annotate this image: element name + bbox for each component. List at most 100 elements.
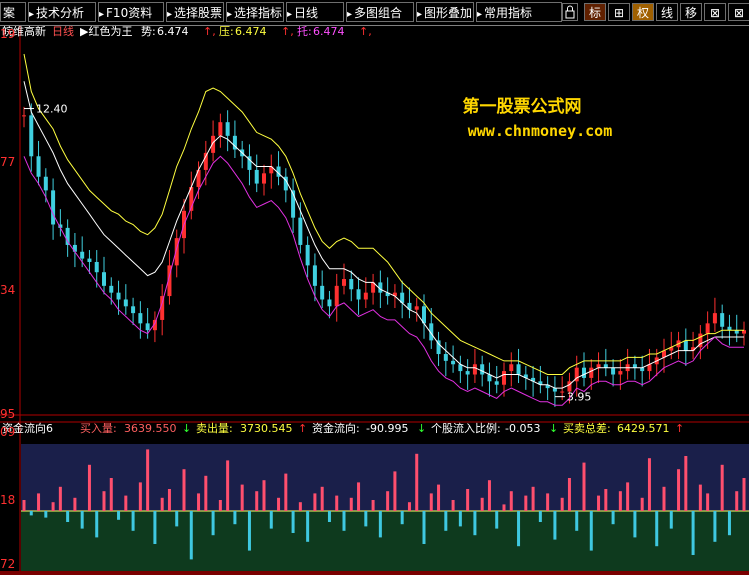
candle-body <box>582 367 586 378</box>
sub-chart-header: 资金流向6 买入量: 3639.550 ↓ 卖出量: 3730.545 ↑ 资金流向: -90.… <box>2 421 684 435</box>
flow-bar <box>560 497 564 511</box>
lock-icon[interactable] <box>562 3 578 21</box>
candle-body <box>109 285 114 293</box>
down-arrow-icon: ↓ <box>549 422 558 435</box>
up-arrow-icon: ↑ <box>298 422 307 435</box>
flow-bar <box>364 511 368 527</box>
flow-bar <box>691 511 695 555</box>
dropdown-arrow-icon: ▸ <box>417 9 423 20</box>
main-metric-label: 势: <box>141 26 156 38</box>
toolbar-button-4[interactable]: 移 <box>680 3 702 21</box>
stock-chart: 皖维高新 日线 ▶红色为王 势: 6.474 ↑, 压: 6.474 ↑, 托: 6.474 ↑, 1… <box>0 26 749 575</box>
flow-bar <box>218 500 222 511</box>
candle-body <box>102 272 106 286</box>
candle-body <box>560 391 565 393</box>
toolbar-button-label: 移 <box>684 6 697 20</box>
candle-body <box>356 289 361 300</box>
toolbar-button-label: 权 <box>636 6 649 20</box>
sub-metric-label: 卖出量: <box>196 421 233 435</box>
toolbar-item-label: 日线 <box>294 6 319 20</box>
candle-body <box>502 371 506 385</box>
toolbar-item-8[interactable]: ▸ 常用指标 <box>476 2 562 22</box>
flow-bar <box>327 511 331 522</box>
candle-body <box>720 313 725 327</box>
flow-bar <box>160 497 164 511</box>
candle-body <box>465 371 470 375</box>
candle-body <box>363 292 368 300</box>
candle-body <box>312 265 317 286</box>
flow-bar <box>291 511 295 533</box>
flow-bar <box>538 511 542 522</box>
candle-body <box>320 285 325 300</box>
top-toolbar: 案 ▸ 技术分析 ▸ F10资料 ▸ 选择股票 ▸ 选择指标 ▸ 日线 ▸ 多图组合 ▸ 图形叠加 ▸ 常用指标… <box>0 0 749 26</box>
candle-body <box>51 190 56 225</box>
y-tick-label: 95 <box>0 407 15 421</box>
flow-bar <box>255 491 259 511</box>
toolbar-item-0[interactable]: 案 <box>0 2 26 22</box>
candle-body <box>116 292 121 300</box>
toolbar-button-6[interactable]: ⊠ <box>728 3 749 21</box>
toolbar-item-1[interactable]: ▸ 技术分析 <box>28 2 96 22</box>
candle-body <box>22 115 26 117</box>
candle-body <box>494 381 499 385</box>
flow-bar <box>487 480 491 511</box>
candle-body <box>603 364 608 368</box>
toolbar-item-6[interactable]: ▸ 多图组合 <box>346 2 414 22</box>
flow-bar <box>713 511 717 542</box>
flow-bar <box>400 511 404 525</box>
flow-bar <box>567 478 571 511</box>
flow-bar <box>393 471 397 511</box>
flow-bar <box>102 491 106 511</box>
toolbar-item-2[interactable]: ▸ F10资料 <box>98 2 164 22</box>
sub-y-tick-label: 09 <box>0 425 15 439</box>
main-chart-header: 皖维高新 日线 ▶红色为王 势: 6.474 ↑, 压: 6.474 ↑, 托: 6.474 ↑, <box>2 26 372 38</box>
candle-body <box>611 367 616 375</box>
toolbar-item-7[interactable]: ▸ 图形叠加 <box>416 2 474 22</box>
toolbar-item-3[interactable]: ▸ 选择股票 <box>166 2 224 22</box>
sub-metric-value: 3730.545 <box>240 422 293 435</box>
candle-body <box>342 279 346 286</box>
flow-bar <box>451 500 455 511</box>
toolbar-item-5[interactable]: ▸ 日线 <box>286 2 344 22</box>
toolbar-button-label: ⊠ <box>733 6 745 20</box>
candle-body <box>80 251 85 259</box>
down-arrow-icon: ↓ <box>182 422 191 435</box>
toolbar-item-label: 案 <box>3 6 16 20</box>
flow-bar <box>655 511 659 547</box>
flow-bar <box>429 493 433 511</box>
candle-body <box>262 173 266 184</box>
toolbar-button-1[interactable]: ⊞ <box>608 3 630 21</box>
candle-body <box>225 122 230 136</box>
toolbar-button-5[interactable]: ⊠ <box>704 3 726 21</box>
sub-panel-bottom-strip <box>0 571 749 575</box>
candle-body <box>472 364 477 375</box>
flow-bar <box>582 462 586 511</box>
candle-body <box>327 299 332 307</box>
flow-bar <box>87 464 91 511</box>
flow-bar <box>458 511 462 527</box>
flow-bar <box>277 497 281 511</box>
flow-bar <box>386 491 390 511</box>
flow-bar <box>29 511 33 516</box>
candle-body <box>480 364 485 375</box>
candle-body <box>94 261 99 273</box>
flow-bar <box>669 511 673 529</box>
candle-body <box>552 388 557 392</box>
flow-bar <box>415 453 419 511</box>
flow-bar <box>37 493 41 511</box>
flow-bar <box>80 511 84 529</box>
sub-metric-label: 资金流向: <box>312 421 360 435</box>
toolbar-item-4[interactable]: ▸ 选择指标 <box>226 2 284 22</box>
main-metric-label: 托: <box>297 26 312 38</box>
toolbar-button-0[interactable]: 标 <box>584 3 606 21</box>
candle-body <box>589 367 594 378</box>
dropdown-arrow-icon: ▸ <box>29 9 35 20</box>
flow-bar <box>371 500 375 511</box>
flow-bar <box>524 495 528 511</box>
sub-panel-bottom-band <box>21 511 749 571</box>
toolbar-button-3[interactable]: 线 <box>656 3 678 21</box>
candle-body <box>618 371 623 375</box>
flow-bar <box>320 486 324 511</box>
toolbar-button-2[interactable]: 权 <box>632 3 654 21</box>
candle-body <box>683 340 688 351</box>
